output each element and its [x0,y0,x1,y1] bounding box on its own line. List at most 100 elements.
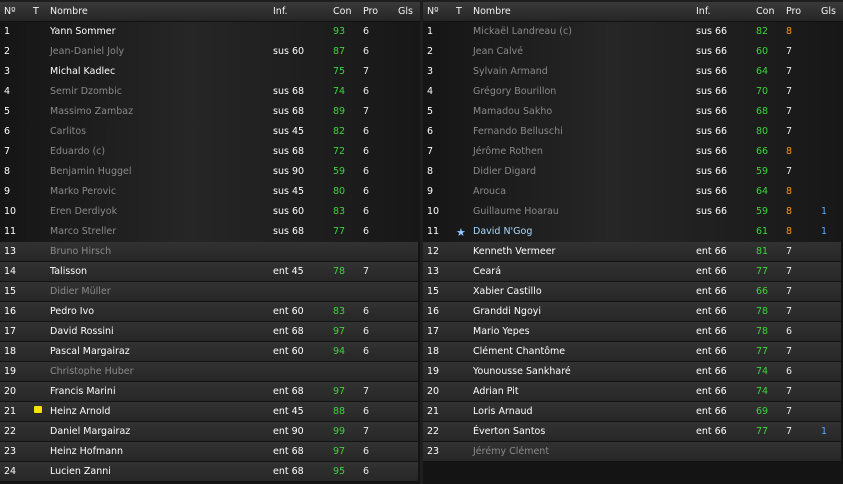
header-name[interactable]: Nombre [473,6,511,17]
player-row[interactable]: 18 Pascal Margairaz ent 60 94 6 [0,342,418,362]
player-row[interactable]: 15 Didier Müller [0,282,418,302]
header-tactic[interactable]: T [33,6,39,17]
player-row[interactable]: 4 Semir Dzombic sus 68 74 6 [0,82,420,102]
player-name: Loris Arnaud [473,406,533,417]
player-name: Éverton Santos [473,426,546,437]
player-row[interactable]: 3 Sylvain Armand sus 66 64 7 [423,62,843,82]
player-row[interactable]: 23 Heinz Hofmann ent 68 97 6 [0,442,418,462]
player-row[interactable]: 6 Fernando Belluschi sus 66 80 7 [423,122,843,142]
player-row[interactable]: 13 Bruno Hirsch [0,242,418,262]
player-row[interactable]: 21 Heinz Arnold ent 45 88 6 [0,402,418,422]
player-row[interactable]: 1 Yann Sommer 93 6 [0,22,420,42]
player-condition: 97 [333,326,346,337]
header-rating[interactable]: Pro [786,6,801,17]
player-number: 2 [4,46,11,57]
player-row[interactable]: 7 Jérôme Rothen sus 66 66 8 [423,142,843,162]
player-condition: 74 [333,86,346,97]
header-tactic[interactable]: T [456,6,462,17]
player-rating: 7 [363,106,370,117]
player-row[interactable]: 13 Ceará ent 66 77 7 [423,262,841,282]
player-row[interactable]: 11 Marco Streller sus 68 77 6 [0,222,420,242]
player-condition: 83 [333,206,346,217]
player-row[interactable]: 18 Clément Chantôme ent 66 77 7 [423,342,841,362]
player-row[interactable]: 15 Xabier Castillo ent 66 66 7 [423,282,841,302]
player-row[interactable]: 23 Jérémy Clément [423,442,841,462]
player-row[interactable]: 3 Michal Kadlec 75 7 [0,62,420,82]
player-row[interactable]: 9 Marko Perovic sus 45 80 6 [0,182,420,202]
player-name: Jean-Daniel Joly [50,46,125,57]
player-name: Marko Perovic [50,186,117,197]
player-number: 22 [4,426,17,437]
star-icon: ★ [456,226,466,239]
player-row[interactable]: 4 Grégory Bourillon sus 66 70 7 [423,82,843,102]
player-rating: 7 [363,386,370,397]
player-row[interactable]: 8 Didier Digard sus 66 59 7 [423,162,843,182]
player-info: ent 66 [696,266,727,277]
player-condition: 82 [756,26,769,37]
player-rating: 7 [786,46,793,57]
player-rating: 7 [786,106,793,117]
player-row[interactable]: 22 Éverton Santos ent 66 77 7 1 [423,422,841,442]
player-name: Heinz Arnold [50,406,111,417]
player-row[interactable]: 21 Loris Arnaud ent 66 69 7 [423,402,841,422]
header-goals[interactable]: Gls [398,6,413,17]
player-row[interactable]: 10 Guillaume Hoarau sus 66 59 8 1 [423,202,843,222]
player-row[interactable]: 22 Daniel Margairaz ent 90 99 7 [0,422,418,442]
player-info: ent 66 [696,246,727,257]
player-row[interactable]: 17 Mario Yepes ent 66 78 6 [423,322,841,342]
player-row[interactable]: 19 Christophe Huber [0,362,418,382]
player-row[interactable]: 14 Talisson ent 45 78 7 [0,262,418,282]
player-condition: 60 [756,46,769,57]
player-name: Francis Marini [50,386,116,397]
header-condition[interactable]: Con [333,6,351,17]
player-row[interactable]: 5 Massimo Zambaz sus 68 89 7 [0,102,420,122]
player-row[interactable]: 2 Jean-Daniel Joly sus 60 87 6 [0,42,420,62]
player-row[interactable]: 20 Adrian Pit ent 66 74 7 [423,382,841,402]
player-name: Jean Calvé [473,46,524,57]
player-row[interactable]: 8 Benjamin Huggel sus 90 59 6 [0,162,420,182]
player-rating: 6 [363,46,370,57]
player-row[interactable]: 6 Carlitos sus 45 82 6 [0,122,420,142]
player-row[interactable]: 1 Mickaël Landreau (c) sus 66 82 8 [423,22,843,42]
player-row[interactable]: 17 David Rossini ent 68 97 6 [0,322,418,342]
player-row[interactable]: 7 Eduardo (c) sus 68 72 6 [0,142,420,162]
player-condition: 97 [333,446,346,457]
player-row[interactable]: 16 Pedro Ivo ent 60 83 6 [0,302,418,322]
player-row[interactable]: 19 Younousse Sankharé ent 66 74 6 [423,362,841,382]
player-name: Granddi Ngoyi [473,306,542,317]
player-condition: 82 [333,126,346,137]
player-name: Mario Yepes [473,326,530,337]
header-number[interactable]: Nº [4,6,16,17]
player-row[interactable]: 9 Arouca sus 66 64 8 [423,182,843,202]
player-row[interactable]: 11 David N'Gog 61 8 1 ★ [423,222,843,242]
player-number: 7 [4,146,11,157]
player-rating: 6 [786,366,793,377]
player-row[interactable]: 16 Granddi Ngoyi ent 66 78 7 [423,302,841,322]
player-condition: 80 [333,186,346,197]
player-rating: 7 [363,266,370,277]
player-info: ent 66 [696,326,727,337]
player-condition: 78 [333,266,346,277]
header-rating[interactable]: Pro [363,6,378,17]
player-row[interactable]: 10 Eren Derdiyok sus 60 83 6 [0,202,420,222]
player-number: 18 [427,346,440,357]
player-condition: 68 [756,106,769,117]
home-table-header: Nº T Nombre Inf. Con Pro Gls [0,2,420,22]
player-condition: 99 [333,426,346,437]
player-row[interactable]: 24 Lucien Zanni ent 68 95 6 [0,462,418,482]
player-row[interactable]: 2 Jean Calvé sus 66 60 7 [423,42,843,62]
player-condition: 89 [333,106,346,117]
player-row[interactable]: 12 Kenneth Vermeer ent 66 81 7 [423,242,841,262]
header-number[interactable]: Nº [427,6,439,17]
header-goals[interactable]: Gls [821,6,836,17]
header-info[interactable]: Inf. [273,6,288,17]
header-info[interactable]: Inf. [696,6,711,17]
header-condition[interactable]: Con [756,6,774,17]
player-rating: 7 [786,86,793,97]
player-row[interactable]: 5 Mamadou Sakho sus 66 68 7 [423,102,843,122]
player-row[interactable]: 20 Francis Marini ent 68 97 7 [0,382,418,402]
header-name[interactable]: Nombre [50,6,88,17]
player-name: Grégory Bourillon [473,86,557,97]
player-condition: 72 [333,146,346,157]
player-name: Christophe Huber [50,366,134,377]
